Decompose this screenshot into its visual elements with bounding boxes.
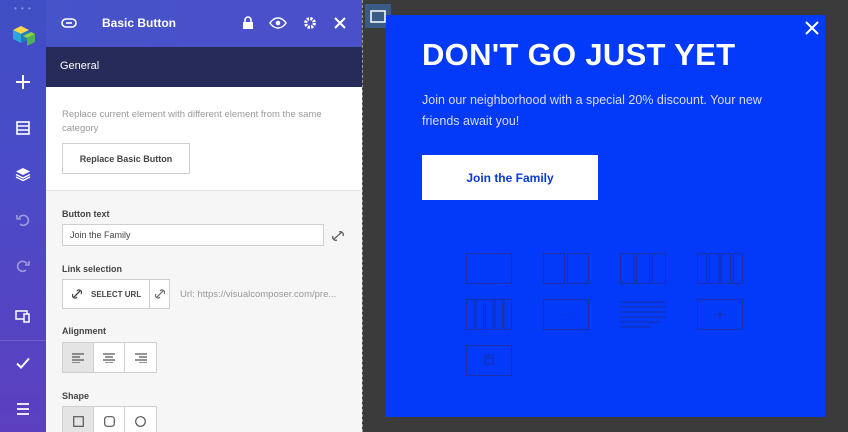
publish-button[interactable] — [13, 353, 33, 373]
layout-5col-icon[interactable] — [466, 299, 512, 330]
shape-square-button[interactable] — [63, 407, 94, 432]
element-settings-button[interactable] — [300, 13, 320, 33]
section-divider — [46, 190, 362, 191]
rail-divider — [0, 340, 46, 341]
popup-container[interactable]: DON'T GO JUST YET Join our neighborhood … — [386, 15, 825, 417]
join-button[interactable]: Join the Family — [422, 155, 598, 200]
circle-icon — [135, 416, 146, 427]
layout-add-element-icon[interactable] — [697, 299, 743, 330]
align-left-button[interactable] — [63, 343, 94, 372]
align-center-icon — [103, 352, 115, 363]
align-center-button[interactable] — [94, 343, 125, 372]
layout-4col-icon[interactable] — [697, 253, 743, 284]
popup-heading[interactable]: DON'T GO JUST YET — [422, 37, 735, 73]
check-icon — [16, 357, 30, 369]
layout-1col-icon[interactable] — [466, 253, 512, 284]
panel-tab-bar: General — [46, 47, 362, 87]
gear-icon — [304, 17, 316, 29]
shape-label: Shape — [62, 391, 90, 401]
alignment-label: Alignment — [62, 326, 106, 336]
layout-custom-icon[interactable] — [543, 299, 589, 330]
plus-icon — [16, 75, 30, 89]
rounded-square-icon — [103, 416, 115, 427]
unlink-button[interactable] — [149, 280, 169, 308]
add-element-button[interactable] — [13, 72, 33, 92]
layout-icon — [16, 121, 30, 135]
templates-button[interactable] — [13, 118, 33, 138]
panel-header: Basic Button — [46, 0, 362, 47]
layers-icon — [15, 168, 31, 182]
lock-icon — [243, 16, 253, 29]
unlink-icon — [154, 289, 165, 299]
undo-icon — [16, 214, 30, 227]
popup-description[interactable]: Join our neighborhood with a special 20%… — [422, 90, 802, 132]
link-icon — [71, 289, 83, 299]
shape-round-button[interactable] — [125, 407, 156, 432]
align-right-icon — [134, 352, 147, 363]
panel-title: Basic Button — [102, 16, 177, 30]
logo-icon[interactable] — [9, 22, 37, 50]
replace-helper-text: Replace current element with different e… — [62, 109, 322, 134]
close-icon — [334, 17, 346, 29]
lock-button[interactable] — [238, 13, 258, 33]
close-icon[interactable] — [803, 19, 821, 37]
button-text-label: Button text — [62, 209, 110, 219]
undo-button[interactable] — [13, 210, 33, 230]
element-icon — [61, 18, 77, 28]
redo-icon — [16, 260, 30, 273]
dynamic-content-icon[interactable] — [330, 229, 346, 243]
frame-icon — [370, 9, 386, 23]
select-url-label: SELECT URL — [91, 289, 142, 299]
layout-template-icon[interactable] — [466, 345, 512, 376]
drag-handle-icon[interactable]: • • • — [14, 4, 32, 13]
close-panel-button[interactable] — [330, 13, 350, 33]
eye-icon — [269, 17, 287, 29]
layout-2col-icon[interactable] — [543, 253, 589, 284]
element-edit-panel: Basic Button General Replace current ele… — [46, 0, 362, 432]
layout-text-block-icon[interactable] — [620, 299, 666, 330]
responsive-view-button[interactable] — [13, 306, 33, 326]
select-url-button[interactable]: SELECT URL — [62, 279, 170, 309]
square-icon — [72, 416, 84, 427]
button-text-input[interactable]: Join the Family — [62, 224, 324, 246]
redo-button[interactable] — [13, 256, 33, 276]
preview-button[interactable] — [268, 13, 288, 33]
settings-menu-button[interactable] — [13, 399, 33, 419]
replace-element-button[interactable]: Replace Basic Button — [62, 143, 190, 174]
layout-3col-icon[interactable] — [620, 253, 666, 284]
link-selection-label: Link selection — [62, 264, 123, 274]
menu-icon — [17, 403, 29, 415]
url-value: Url: https://visualcomposer.com/pre... — [180, 289, 337, 300]
shape-selector — [62, 406, 157, 432]
align-right-button[interactable] — [125, 343, 156, 372]
left-toolbar: • • • — [0, 0, 46, 432]
alignment-selector — [62, 342, 157, 373]
tree-view-button[interactable] — [13, 164, 33, 184]
shape-rounded-button[interactable] — [94, 407, 125, 432]
responsive-icon — [15, 310, 30, 323]
align-left-icon — [72, 352, 84, 363]
tab-general[interactable]: General — [60, 60, 99, 72]
